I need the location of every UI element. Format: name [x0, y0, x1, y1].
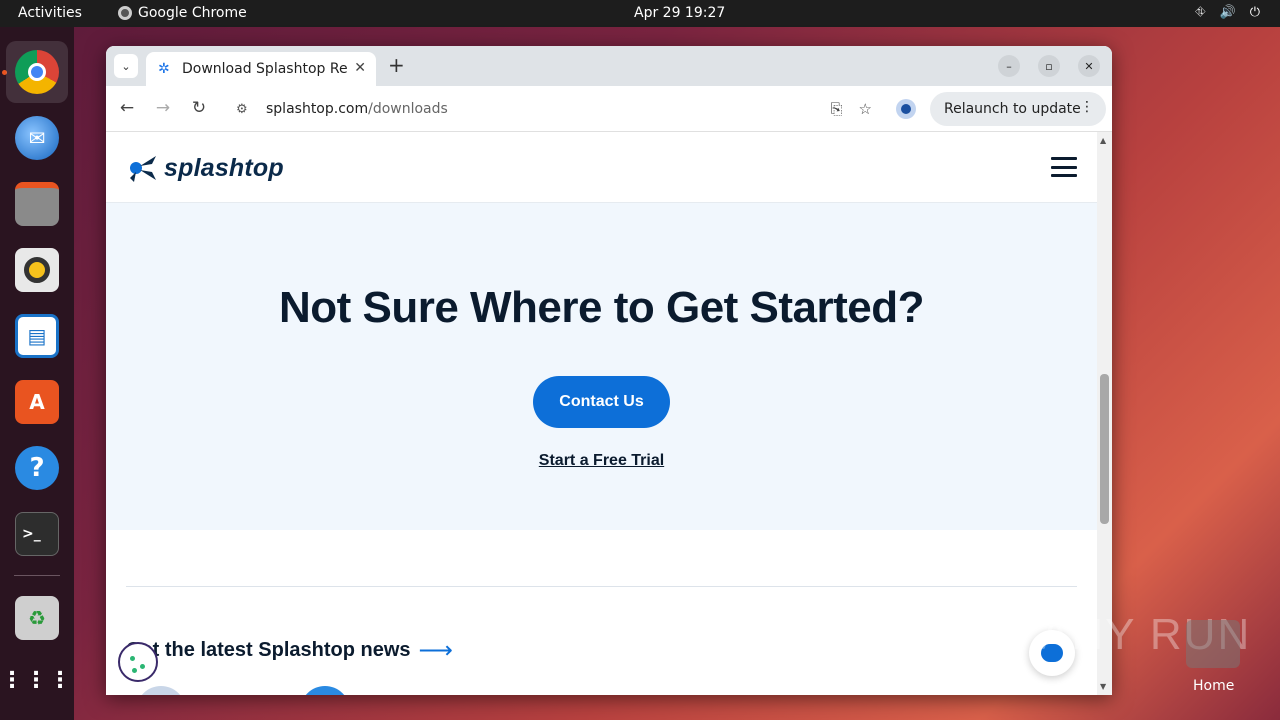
menu-dots-icon[interactable]: ⋮ [1080, 99, 1094, 115]
splashtop-logo[interactable]: splashtop [126, 152, 284, 184]
files-icon [15, 182, 59, 226]
terminal-icon: >_ [15, 512, 59, 556]
show-apps-button[interactable]: ⋮⋮⋮ [1, 649, 73, 711]
install-app-icon[interactable]: ⎘ [831, 100, 843, 118]
scroll-thumb[interactable] [1100, 374, 1109, 524]
url-path: /downloads [368, 101, 448, 117]
site-header: splashtop [106, 132, 1097, 203]
app-center-icon: A [15, 380, 59, 424]
free-trial-link[interactable]: Start a Free Trial [106, 452, 1097, 470]
new-tab-button[interactable]: + [388, 53, 405, 77]
activities-button[interactable]: Activities [18, 5, 82, 21]
tab-active[interactable]: ✲ Download Splashtop Re ✕ [146, 52, 376, 86]
clock[interactable]: Apr 29 19:27 [634, 5, 725, 21]
apps-grid-icon: ⋮⋮⋮ [1, 667, 73, 693]
bookmark-star-icon[interactable]: ☆ [859, 100, 872, 118]
dock-help[interactable]: ? [6, 437, 68, 499]
help-icon: ? [15, 446, 59, 490]
news-thumbnail[interactable] [136, 686, 186, 695]
relaunch-label: Relaunch to update [944, 101, 1081, 117]
scroll-up-icon[interactable]: ▲ [1100, 136, 1106, 145]
rhythmbox-icon [15, 248, 59, 292]
splashtop-logo-icon [126, 152, 160, 184]
profile-avatar[interactable] [896, 99, 916, 119]
thunderbird-icon: ✉ [15, 116, 59, 160]
power-icon: ⏻ [1249, 5, 1260, 20]
arrow-right-icon: ⟶ [418, 637, 453, 664]
news-link[interactable]: Get the latest Splashtop news ⟶ [126, 636, 453, 665]
splashtop-favicon-icon: ✲ [158, 61, 170, 77]
dock-app-center[interactable]: A [6, 371, 68, 433]
dock-separator [14, 575, 60, 576]
cta-heading: Not Sure Where to Get Started? [278, 283, 925, 332]
back-button[interactable]: ← [116, 98, 138, 118]
news-heading: Get the latest Splashtop news [126, 639, 411, 661]
url-host: splashtop.com [266, 101, 369, 117]
close-tab-icon[interactable]: ✕ [354, 60, 366, 76]
volume-icon: 🔊 [1219, 5, 1236, 20]
relaunch-button[interactable]: Relaunch to update ⋮ [930, 92, 1106, 126]
cookie-settings-button[interactable] [118, 642, 158, 682]
web-page: splashtop Not Sure Where to Get Started?… [106, 132, 1097, 695]
dock-files[interactable] [6, 173, 68, 235]
system-tray[interactable]: ⛗ 🔊 ⏻ [1195, 5, 1260, 20]
logo-text: splashtop [164, 153, 284, 182]
home-folder-label: Home [1193, 678, 1235, 694]
reload-button[interactable]: ↻ [188, 98, 210, 118]
address-bar[interactable]: ⚙ splashtop.com/downloads ⎘ ☆ [224, 91, 880, 127]
close-window-button[interactable]: ✕ [1078, 55, 1100, 77]
news-thumbnail[interactable] [300, 686, 350, 695]
chrome-icon [15, 50, 59, 94]
section-divider [126, 586, 1077, 587]
contact-us-button[interactable]: Contact Us [533, 376, 670, 428]
chrome-icon [118, 6, 132, 20]
dock-trash[interactable]: ♻ [6, 587, 68, 649]
dock-thunderbird[interactable]: ✉ [6, 107, 68, 169]
writer-icon: ▤ [15, 314, 59, 358]
cta-section: Not Sure Where to Get Started? Contact U… [106, 203, 1097, 530]
system-top-bar: Activities Google Chrome Apr 29 19:27 ⛗ … [0, 0, 1280, 27]
minimize-button[interactable]: – [998, 55, 1020, 77]
app-name: Google Chrome [138, 5, 247, 21]
hamburger-menu-icon[interactable] [1051, 157, 1077, 177]
scroll-down-icon[interactable]: ▼ [1100, 682, 1106, 691]
trash-icon: ♻ [15, 596, 59, 640]
app-menu[interactable]: Google Chrome [118, 5, 247, 21]
tab-search-button[interactable]: ⌄ [114, 54, 138, 78]
maximize-button[interactable]: ▫ [1038, 55, 1060, 77]
dock-writer[interactable]: ▤ [6, 305, 68, 367]
dock-rhythmbox[interactable] [6, 239, 68, 301]
home-folder-icon[interactable] [1186, 620, 1240, 668]
dock-terminal[interactable]: >_ [6, 503, 68, 565]
tab-title: Download Splashtop Re [182, 61, 348, 77]
site-info-icon[interactable]: ⚙ [236, 102, 254, 117]
network-icon: ⛗ [1195, 5, 1206, 20]
chrome-window: ⌄ ✲ Download Splashtop Re ✕ + – ▫ ✕ ← → … [106, 46, 1112, 695]
dock-chrome[interactable] [6, 41, 68, 103]
browser-toolbar: ← → ↻ ⚙ splashtop.com/downloads ⎘ ☆ Rela… [106, 86, 1112, 132]
tab-strip: ⌄ ✲ Download Splashtop Re ✕ + – ▫ ✕ [106, 46, 1112, 86]
forward-button[interactable]: → [152, 98, 174, 118]
dock: ✉ ▤ A ? >_ ♻ ⋮⋮⋮ [0, 27, 74, 720]
